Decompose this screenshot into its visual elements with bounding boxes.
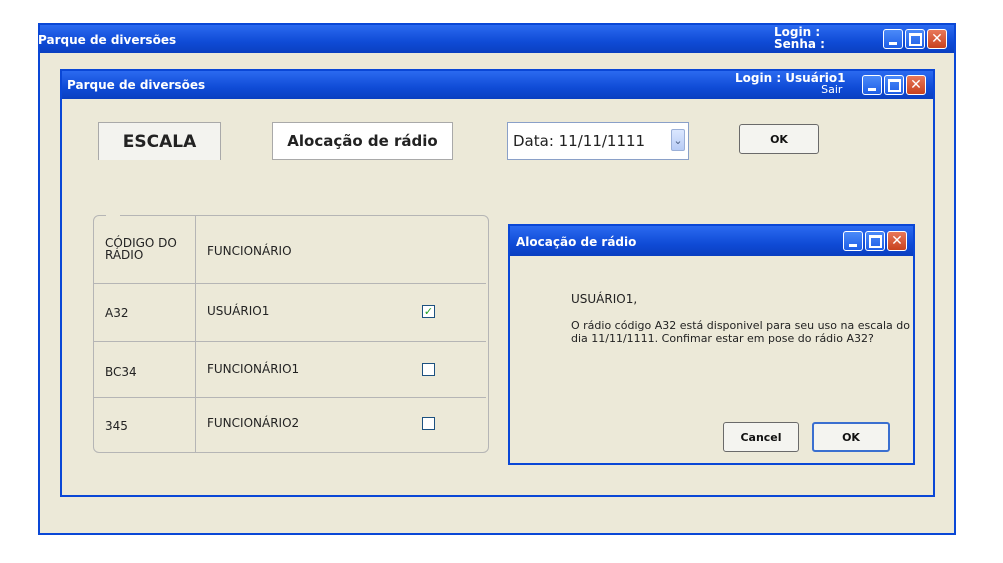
outer-titlebar: Parque de diversões Login : Senha : ✕ xyxy=(38,25,954,53)
ok-button[interactable]: OK xyxy=(739,124,819,154)
close-button[interactable]: ✕ xyxy=(906,75,926,95)
minimize-button[interactable] xyxy=(862,75,882,95)
employee-name: FUNCIONÁRIO1 xyxy=(207,362,300,376)
row-checkbox[interactable] xyxy=(422,417,435,430)
tab-escala[interactable]: ESCALA xyxy=(98,122,221,160)
employee-name: USUÁRIO1 xyxy=(207,304,270,318)
confirm-ok-button[interactable]: OK xyxy=(812,422,890,452)
tab-escala-label: ESCALA xyxy=(122,131,197,152)
maximize-icon xyxy=(887,78,901,92)
minimize-icon xyxy=(849,243,857,247)
table-column-divider xyxy=(195,216,196,452)
ok-button-label: OK xyxy=(770,132,788,146)
outer-window-title: Parque de diversões xyxy=(38,33,177,47)
row-checkbox[interactable] xyxy=(422,363,435,376)
radio-code: 345 xyxy=(105,419,128,433)
table-row-divider xyxy=(94,397,486,398)
table-header-employee: FUNCIONÁRIO xyxy=(207,244,292,258)
maximize-button[interactable] xyxy=(884,75,904,95)
dialog-greeting: USUÁRIO1, xyxy=(571,292,638,306)
maximize-button[interactable] xyxy=(905,29,925,49)
close-icon: ✕ xyxy=(910,77,922,93)
maximize-icon xyxy=(908,32,922,46)
employee-name: FUNCIONÁRIO2 xyxy=(207,416,300,430)
cancel-button[interactable]: Cancel xyxy=(723,422,799,452)
cancel-button-label: Cancel xyxy=(740,430,782,444)
table-header-code: CÓDIGO DO RÁDIO xyxy=(105,236,177,262)
check-icon: ✓ xyxy=(423,305,434,318)
inner-window-title: Parque de diversões xyxy=(67,78,206,92)
minimize-icon xyxy=(868,87,876,91)
close-button[interactable]: ✕ xyxy=(887,231,907,251)
minimize-button[interactable] xyxy=(843,231,863,251)
tab-alocacao-label: Alocação de rádio xyxy=(287,132,438,150)
close-icon: ✕ xyxy=(931,31,943,47)
minimize-icon xyxy=(889,41,897,45)
confirm-ok-label: OK xyxy=(842,430,860,444)
dialog-titlebar: Alocação de rádio ✕ xyxy=(510,226,913,256)
inner-titlebar: Parque de diversões Login : Usuário1 Sai… xyxy=(62,71,933,99)
radio-code: A32 xyxy=(105,306,129,320)
logout-link[interactable]: Sair xyxy=(735,84,845,96)
tab-alocacao-radio[interactable]: Alocação de rádio xyxy=(272,122,453,160)
table-row-divider xyxy=(94,341,486,342)
radio-table: CÓDIGO DO RÁDIO FUNCIONÁRIO A32 USUÁRIO1… xyxy=(93,214,489,453)
inner-window-controls: ✕ xyxy=(862,75,926,95)
row-checkbox[interactable]: ✓ xyxy=(422,305,435,318)
maximize-icon xyxy=(868,234,882,248)
table-row-divider xyxy=(94,283,486,284)
maximize-button[interactable] xyxy=(865,231,885,251)
minimize-button[interactable] xyxy=(883,29,903,49)
confirm-dialog: Alocação de rádio ✕ USUÁRIO1, O rádio có… xyxy=(508,224,915,465)
date-select[interactable]: Data: 11/11/1111 ⌄ xyxy=(507,122,689,160)
radio-code: BC34 xyxy=(105,365,137,379)
outer-login-block: Login : Senha : xyxy=(774,26,825,50)
chevron-down-icon[interactable]: ⌄ xyxy=(671,129,685,151)
inner-login-block: Login : Usuário1 Sair xyxy=(735,72,845,96)
dialog-title: Alocação de rádio xyxy=(516,235,637,249)
close-icon: ✕ xyxy=(891,233,903,249)
outer-window-controls: ✕ xyxy=(883,29,947,49)
table-corner-notch xyxy=(106,214,120,218)
close-button[interactable]: ✕ xyxy=(927,29,947,49)
date-select-value: Data: 11/11/1111 xyxy=(513,132,646,150)
senha-label: Senha : xyxy=(774,37,825,51)
dialog-window-controls: ✕ xyxy=(843,231,907,251)
dialog-message: O rádio código A32 está disponivel para … xyxy=(571,319,910,345)
